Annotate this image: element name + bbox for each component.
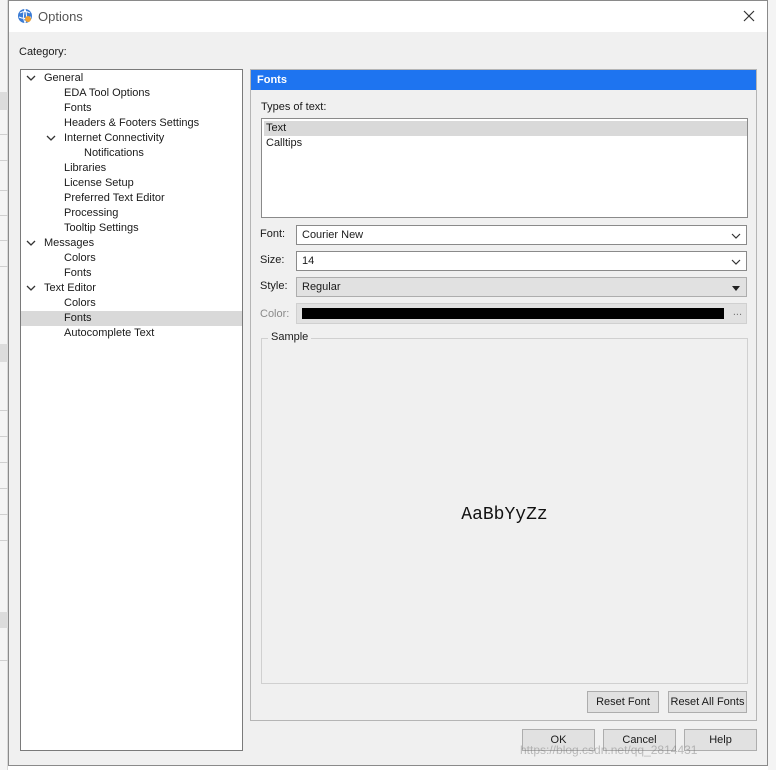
types-of-text-label: Types of text: [261, 101, 327, 113]
tree-item-license-setup[interactable]: License Setup [21, 176, 242, 191]
reset-all-fonts-button[interactable]: Reset All Fonts [668, 691, 747, 713]
background-window-left-edge [0, 0, 8, 770]
close-icon [743, 10, 755, 22]
types-item-text[interactable]: Text [264, 121, 747, 136]
tree-item-text-editor-fonts[interactable]: Fonts [21, 311, 242, 326]
tree-item-notifications[interactable]: Notifications [21, 146, 242, 161]
panel-header: Fonts [251, 70, 756, 90]
chevron-down-icon [731, 259, 741, 265]
style-select[interactable]: Regular [296, 277, 747, 297]
tree-item-processing[interactable]: Processing [21, 206, 242, 221]
font-select-value: Courier New [302, 229, 364, 241]
color-label: Color: [260, 308, 290, 320]
sample-label: Sample [268, 331, 312, 343]
style-select-value: Regular [302, 281, 341, 293]
tree-item-preferred-text-editor[interactable]: Preferred Text Editor [21, 191, 242, 206]
tree-item-autocomplete-text[interactable]: Autocomplete Text [21, 326, 242, 341]
tree-item-text-editor-colors[interactable]: Colors [21, 296, 242, 311]
chevron-down-icon[interactable] [46, 133, 56, 143]
background-window-right-edge [768, 0, 776, 770]
sample-group: Sample AaBbYyZz [261, 331, 748, 684]
category-label: Category: [19, 46, 67, 58]
tree-item-text-editor[interactable]: Text Editor [21, 281, 242, 296]
tree-item-messages[interactable]: Messages [21, 236, 242, 251]
chevron-down-icon[interactable] [26, 73, 36, 83]
style-label: Style: [260, 280, 288, 292]
triangle-down-icon [732, 286, 740, 291]
close-button[interactable] [737, 5, 761, 27]
size-label: Size: [260, 254, 285, 266]
chevron-down-icon [731, 233, 741, 239]
fonts-panel: Fonts Types of text: Text Calltips Font:… [250, 69, 757, 721]
tree-item-tooltip-settings[interactable]: Tooltip Settings [21, 221, 242, 236]
tree-item-eda-tool-options[interactable]: EDA Tool Options [21, 86, 242, 101]
size-select-value: 14 [302, 255, 315, 267]
options-dialog: Options Category: General EDA Tool Optio… [8, 0, 768, 766]
tree-item-internet-connectivity[interactable]: Internet Connectivity [21, 131, 242, 146]
app-globe-icon [18, 8, 32, 24]
sample-preview-text: AaBbYyZz [461, 505, 548, 525]
tree-item-messages-colors[interactable]: Colors [21, 251, 242, 266]
types-of-text-list[interactable]: Text Calltips [261, 118, 748, 218]
category-tree[interactable]: General EDA Tool Options Fonts Headers &… [20, 69, 243, 751]
color-picker[interactable]: ... [296, 303, 747, 324]
color-more-button[interactable]: ... [733, 306, 742, 318]
font-select[interactable]: Courier New [296, 225, 747, 245]
window-title: Options [38, 9, 83, 24]
watermark-text: https://blog.csdn.net/qq_2814431 [520, 743, 698, 757]
chevron-down-icon[interactable] [26, 283, 36, 293]
tree-item-general[interactable]: General [21, 71, 242, 86]
chevron-down-icon[interactable] [26, 238, 36, 248]
tree-item-headers-footers[interactable]: Headers & Footers Settings [21, 116, 242, 131]
types-item-calltips[interactable]: Calltips [264, 136, 747, 151]
color-swatch[interactable] [302, 308, 724, 319]
tree-item-libraries[interactable]: Libraries [21, 161, 242, 176]
reset-font-button[interactable]: Reset Font [587, 691, 659, 713]
font-label: Font: [260, 228, 286, 240]
size-select[interactable]: 14 [296, 251, 747, 271]
tree-item-general-fonts[interactable]: Fonts [21, 101, 242, 116]
tree-item-messages-fonts[interactable]: Fonts [21, 266, 242, 281]
title-bar: Options [9, 1, 767, 32]
